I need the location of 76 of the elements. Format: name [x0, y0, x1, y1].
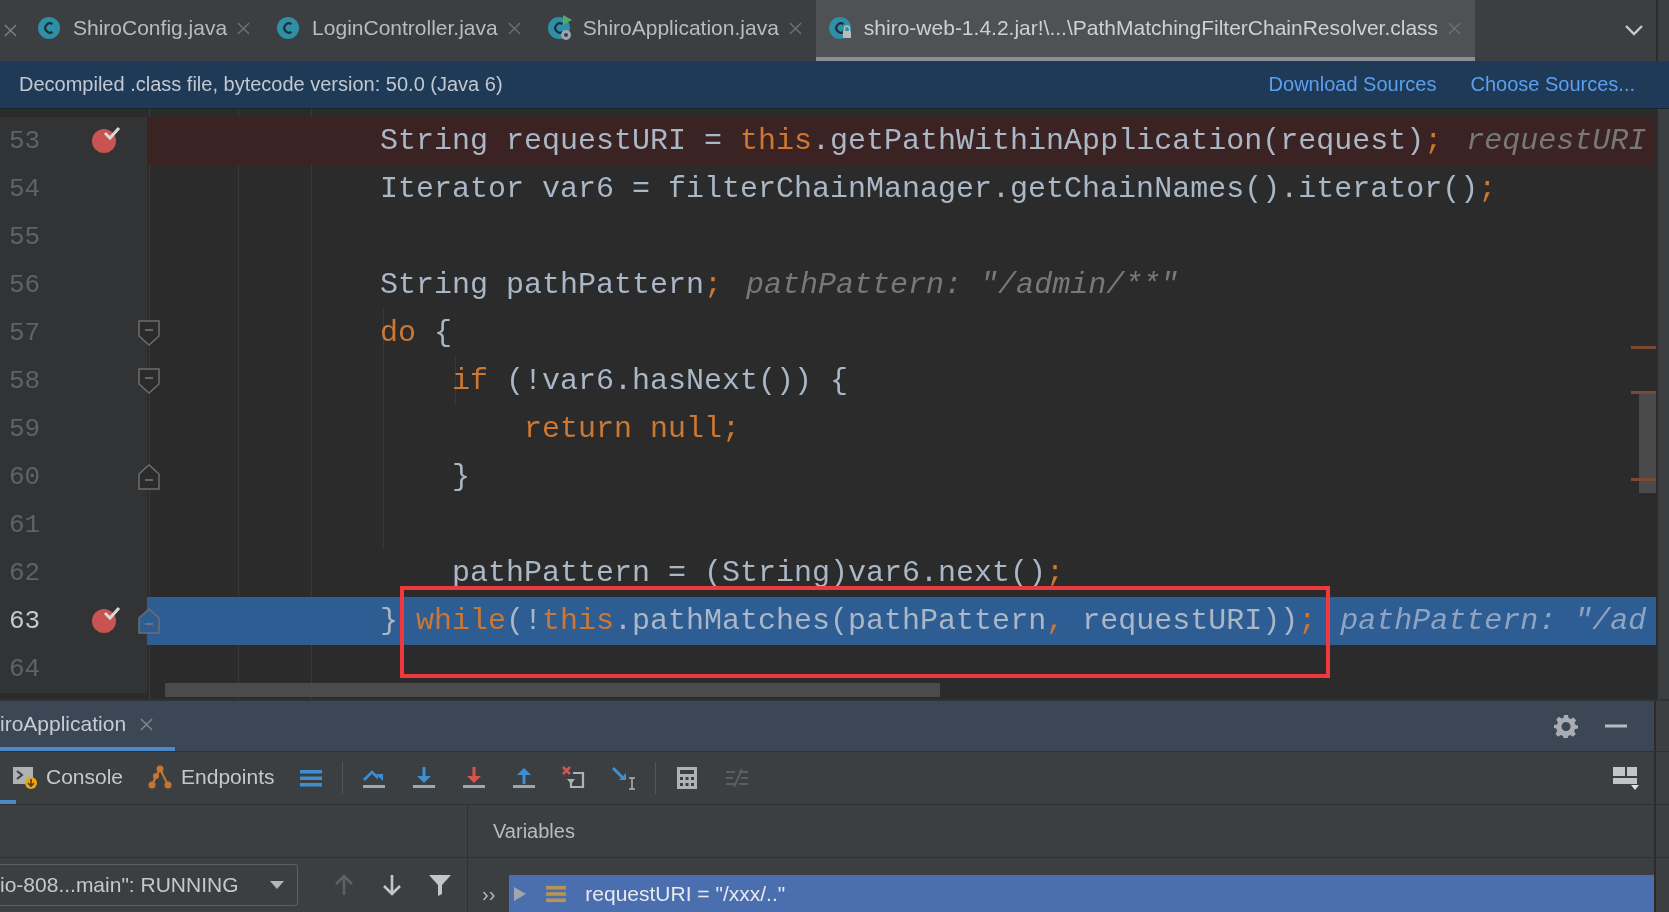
- code-token: ;: [1298, 603, 1317, 638]
- change-marker: [1631, 477, 1656, 481]
- inline-value-hint: pathPattern: "/ad: [1340, 603, 1647, 638]
- close-icon[interactable]: [237, 21, 251, 35]
- editor-tab[interactable]: shiro-web-1.4.2.jar!\...\PathMatchingFilterChainResolver.class: [815, 0, 1476, 61]
- code-token: String pathPattern: [380, 267, 705, 302]
- panel-tab[interactable]: Console: [0, 752, 136, 804]
- step-arrow-icon[interactable]: [511, 765, 538, 791]
- panel-tab[interactable]: Endpoints: [135, 752, 287, 804]
- expand-toggle[interactable]: ››: [482, 883, 496, 906]
- code-token: ;: [1478, 171, 1497, 206]
- down-arrow-icon[interactable]: [380, 873, 404, 897]
- tab-underline: [0, 800, 16, 804]
- code-token: ;: [704, 267, 723, 302]
- code-token: .pathMatches(pathPattern: [614, 603, 1047, 638]
- vertical-scrollbar[interactable]: [1639, 392, 1656, 493]
- expand-arrow-icon[interactable]: [513, 885, 528, 902]
- settings-icon[interactable]: [1554, 714, 1578, 738]
- code-token: return null;: [524, 411, 741, 446]
- code-token: ,: [1046, 603, 1065, 638]
- code-token: Iterator var6 = filterChainManager.getChainNames().iterator(): [380, 171, 1479, 206]
- code-token: while: [416, 603, 507, 638]
- variable-text: requestURI = "/xxx/..": [585, 881, 786, 906]
- close-icon[interactable]: [4, 23, 17, 37]
- inline-value-hint: pathPattern: "/admin/**": [746, 267, 1179, 302]
- variables-header: Variables: [493, 819, 575, 843]
- close-icon[interactable]: [788, 21, 802, 35]
- banner-message: Decompiled .class file, bytecode version: 50.0 (Java 6): [19, 72, 503, 96]
- fold-icon[interactable]: [138, 367, 160, 394]
- code-token: requestURI)): [1081, 603, 1299, 638]
- class-icon: [827, 15, 854, 42]
- code-token: .getPathWithinApplication(request): [812, 123, 1425, 158]
- caret-icon: [269, 880, 285, 890]
- filter-icon[interactable]: [428, 873, 452, 897]
- code-token: String requestURI =: [380, 123, 724, 158]
- close-icon[interactable]: [140, 717, 154, 731]
- field-icon: [545, 884, 568, 903]
- code-token: pathPattern = (String)var6.next(): [452, 555, 1047, 590]
- horizontal-scrollbar[interactable]: [165, 682, 940, 697]
- inline-value-hint: requestURI: [1466, 123, 1647, 158]
- banner-link[interactable]: Choose Sources...: [1470, 72, 1635, 96]
- change-marker: [1631, 345, 1656, 349]
- code-token: if: [452, 363, 488, 398]
- tab-label: LoginController.java: [312, 16, 498, 41]
- tab-label: ShiroApplication.java: [582, 16, 779, 41]
- thread-dropdown[interactable]: io-808...main": RUNNING: [0, 864, 298, 906]
- code-token: }: [380, 603, 399, 638]
- change-marker: [1631, 390, 1656, 394]
- fold-icon[interactable]: [138, 319, 160, 346]
- chevron-down-icon[interactable]: [1624, 24, 1644, 37]
- code-token: (!: [506, 603, 543, 638]
- line-number: 63: [8, 605, 42, 636]
- code-token: (!var6.hasNext()) {: [505, 363, 849, 398]
- endpoints-icon: [147, 763, 174, 790]
- step-arrow-icon[interactable]: [461, 765, 488, 791]
- code-token: do: [380, 315, 416, 350]
- code-token: ;: [1046, 555, 1065, 590]
- code-token: {: [433, 315, 453, 350]
- banner-link[interactable]: Download Sources: [1268, 72, 1437, 96]
- close-icon[interactable]: [507, 21, 521, 35]
- tab-label: shiro-web-1.4.2.jar!\...\PathMatchingFilterChainResolver.class: [863, 16, 1439, 41]
- code-token: this: [542, 603, 615, 638]
- layout-icon[interactable]: [1612, 765, 1640, 791]
- class-icon: [37, 15, 63, 42]
- tab-label: ShiroConfig.java: [73, 16, 228, 41]
- editor-tab[interactable]: ShiroApplication.java: [534, 0, 816, 61]
- code-token: this: [740, 123, 813, 158]
- session-tab[interactable]: iroApplication: [0, 701, 176, 751]
- step-arrow-icon[interactable]: [411, 765, 438, 791]
- editor-tab[interactable]: LoginController.java: [264, 0, 535, 61]
- class-icon: [546, 15, 573, 42]
- editor-tab[interactable]: ShiroConfig.java: [25, 0, 265, 61]
- code-token: }: [452, 459, 470, 494]
- code-token: ;: [1424, 123, 1443, 158]
- variable-row[interactable]: requestURI = "/xxx/..": [509, 875, 1654, 912]
- step-arrow-icon[interactable]: [611, 765, 638, 791]
